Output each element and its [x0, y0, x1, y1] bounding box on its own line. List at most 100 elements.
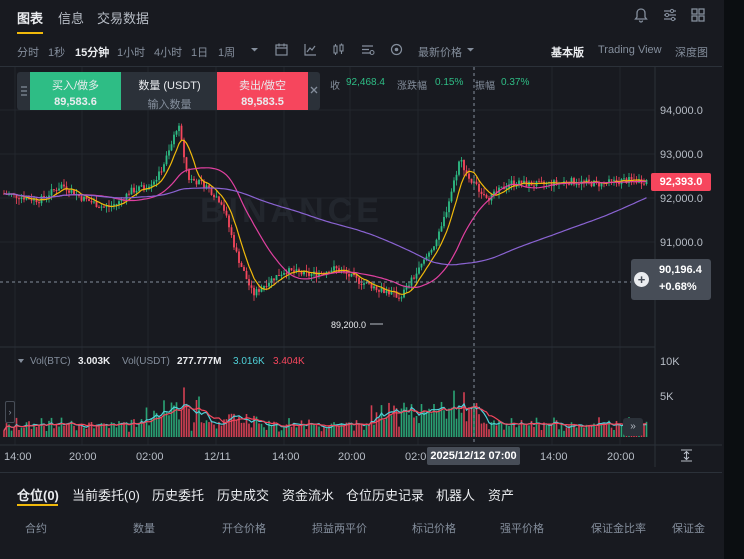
- candle-body: [460, 160, 463, 162]
- volume-bar: [600, 424, 603, 437]
- volume-bar: [163, 400, 165, 437]
- bell-icon[interactable]: [632, 6, 650, 24]
- amplitude-value: 0.37%: [501, 77, 530, 88]
- candle-body: [385, 290, 388, 293]
- grid-layout-icon[interactable]: [689, 6, 707, 24]
- candle-body: [373, 286, 375, 289]
- drawing-tools-icon[interactable]: [360, 42, 375, 57]
- volume-bar: [320, 431, 323, 437]
- volume-bar: [413, 417, 415, 437]
- volume-bar: [433, 404, 435, 437]
- candle-body: [285, 272, 288, 275]
- sell-short-button[interactable]: 卖出/做空 89,583.5: [217, 72, 308, 110]
- volume-bar: [208, 422, 210, 437]
- btab-position-history[interactable]: 仓位历史记录: [346, 485, 424, 504]
- interval-4h[interactable]: 4小时: [154, 44, 182, 60]
- quantity-field[interactable]: 数量 (USDT) 输入数量: [124, 72, 215, 111]
- price-type-select[interactable]: 最新价格: [418, 44, 462, 60]
- volume-bar: [605, 424, 608, 437]
- col-liq-price: 强平价格: [500, 523, 544, 535]
- calendar-icon[interactable]: [274, 42, 289, 57]
- view-tradingview[interactable]: Trading View: [598, 44, 662, 56]
- candle-body: [163, 164, 165, 172]
- expand-left-button[interactable]: ›: [5, 401, 15, 423]
- volume-bar: [455, 418, 458, 437]
- candle-body: [400, 297, 403, 299]
- candle-body: [273, 278, 275, 281]
- volume-bar: [610, 427, 613, 437]
- tab-trade-data[interactable]: 交易数据: [97, 8, 149, 27]
- chevron-down-icon[interactable]: [463, 42, 478, 57]
- candle-body: [183, 139, 185, 158]
- quantity-label: 数量 (USDT): [138, 80, 201, 92]
- buy-price: 89,583.6: [54, 96, 97, 108]
- candle-body: [168, 150, 170, 156]
- chart-settings-icon[interactable]: [389, 42, 404, 57]
- buy-label: 买入/做多: [51, 80, 100, 92]
- volume-bar: [453, 390, 455, 437]
- volume-bar: [243, 422, 245, 437]
- interval-1s[interactable]: 1秒: [48, 44, 65, 60]
- candle-body: [265, 285, 268, 287]
- volume-bar: [390, 415, 393, 437]
- drag-handle-icon[interactable]: [19, 84, 29, 98]
- fit-axis-icon[interactable]: [680, 449, 693, 462]
- volume-bar: [268, 420, 270, 437]
- indicator-icon[interactable]: [303, 42, 318, 57]
- btab-positions[interactable]: 仓位(0): [17, 485, 59, 504]
- volume-bar: [510, 418, 513, 437]
- close-icon[interactable]: [309, 85, 319, 95]
- price-axis-label: 93,000.0: [660, 149, 703, 161]
- candle-body: [90, 201, 93, 203]
- volume-bar: [508, 426, 510, 437]
- view-depth[interactable]: 深度图: [675, 44, 708, 60]
- buy-long-button[interactable]: 买入/做多 89,583.6: [30, 72, 121, 110]
- volume-bar: [275, 423, 278, 437]
- volume-bar: [343, 425, 345, 437]
- interval-1w[interactable]: 1周: [218, 44, 235, 60]
- volume-bar: [158, 415, 160, 437]
- volume-bar: [443, 410, 445, 437]
- btab-open-orders[interactable]: 当前委托(0): [72, 485, 140, 504]
- settings-sliders-icon[interactable]: [661, 6, 679, 24]
- interval-1h[interactable]: 1小时: [117, 44, 145, 60]
- candle-body: [18, 198, 20, 200]
- volume-bar: [563, 430, 565, 437]
- btab-bots[interactable]: 机器人: [436, 485, 475, 504]
- volume-bar: [493, 420, 495, 437]
- btab-order-history[interactable]: 历史委托: [152, 485, 204, 504]
- interval-15m[interactable]: 15分钟: [75, 44, 109, 60]
- candle-body: [350, 273, 353, 277]
- candle-body: [310, 274, 313, 276]
- volume-bar: [60, 417, 63, 437]
- volume-bar: [85, 428, 88, 437]
- scroll-to-latest-button[interactable]: »: [623, 418, 643, 436]
- chevron-down-icon[interactable]: [247, 42, 262, 57]
- volume-bar: [38, 425, 40, 437]
- candle-body: [55, 190, 58, 192]
- volume-bar: [168, 415, 170, 437]
- volume-bar: [458, 405, 460, 437]
- volume-bar: [270, 426, 273, 437]
- btab-assets[interactable]: 资产: [488, 485, 514, 504]
- add-order-icon[interactable]: +: [634, 272, 649, 287]
- candle-body: [190, 178, 193, 180]
- volume-bar: [265, 429, 268, 437]
- tab-chart[interactable]: 图表: [17, 8, 44, 34]
- volume-bar: [220, 425, 223, 437]
- volume-bar: [503, 429, 505, 437]
- volume-bar: [558, 429, 560, 437]
- volume-bar: [465, 421, 468, 437]
- btab-trade-history[interactable]: 历史成交: [217, 485, 269, 504]
- btab-funding[interactable]: 资金流水: [282, 485, 334, 504]
- volume-bar: [560, 424, 563, 437]
- candlestick-chart[interactable]: BINANCE 89,200.0: [0, 67, 722, 467]
- interval-1d[interactable]: 1日: [191, 44, 208, 60]
- candle-body: [585, 179, 588, 182]
- collapse-triangle-icon[interactable]: [17, 357, 25, 365]
- candle-type-icon[interactable]: [331, 42, 346, 57]
- vol-usdt-label: Vol(USDT): [122, 356, 170, 367]
- view-basic[interactable]: 基本版: [551, 44, 584, 60]
- interval-time[interactable]: 分时: [17, 44, 39, 60]
- tab-info[interactable]: 信息: [58, 8, 84, 27]
